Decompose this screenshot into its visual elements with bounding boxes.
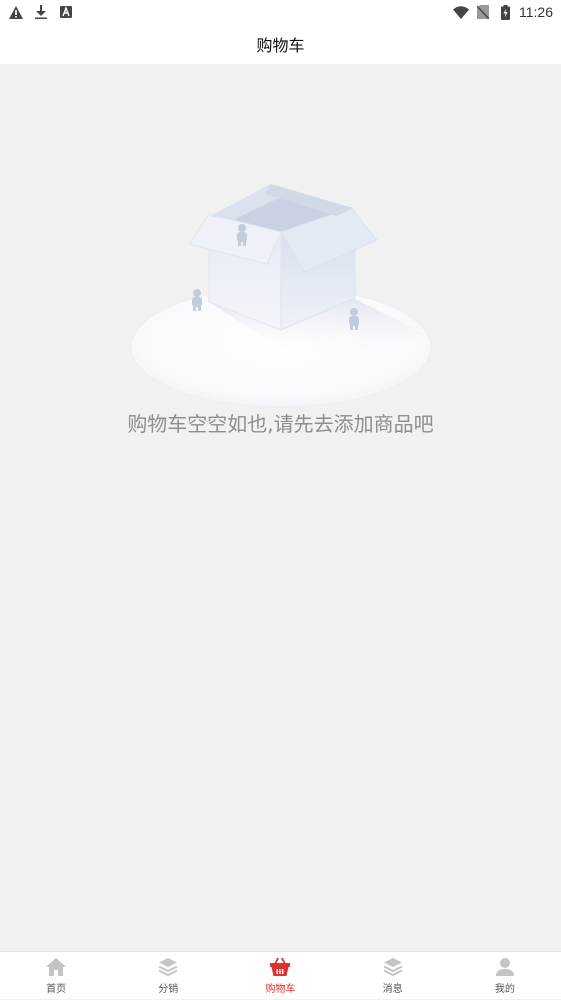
app-a-icon [58,4,74,20]
empty-cart-message: 购物车空空如也,请先去添加商品吧 [0,408,561,437]
tab-home[interactable]: 首页 [0,952,112,1000]
wifi-icon [453,4,469,20]
no-sim-icon [475,4,491,20]
basket-icon [269,956,291,978]
user-icon [494,956,516,978]
download-icon [33,4,49,20]
app-header: 购物车 [0,24,561,64]
tab-messages[interactable]: 消息 [337,952,449,1000]
tab-label-messages: 消息 [383,980,403,995]
battery-charging-icon [497,4,513,20]
cart-content: 购物车空空如也,请先去添加商品吧 [0,64,561,951]
page-title: 购物车 [256,32,304,56]
status-time: 11:26 [519,4,553,20]
layers-icon [157,956,179,978]
bottom-tab-bar: 首页 分销 购物车 消息 我的 [0,951,561,999]
warning-icon [8,4,24,20]
status-left-icons [8,4,74,20]
tab-cart[interactable]: 购物车 [224,952,336,1000]
tab-label-distribution: 分销 [158,980,178,995]
tab-distribution[interactable]: 分销 [112,952,224,1000]
home-icon [45,956,67,978]
tab-profile[interactable]: 我的 [449,952,561,1000]
layers-icon [382,956,404,978]
tab-label-profile: 我的 [495,980,515,995]
tab-label-home: 首页 [46,980,66,995]
status-bar: 11:26 [0,0,561,24]
empty-box-illustration [125,174,437,414]
tab-label-cart: 购物车 [265,980,295,995]
status-right-icons: 11:26 [453,4,553,20]
